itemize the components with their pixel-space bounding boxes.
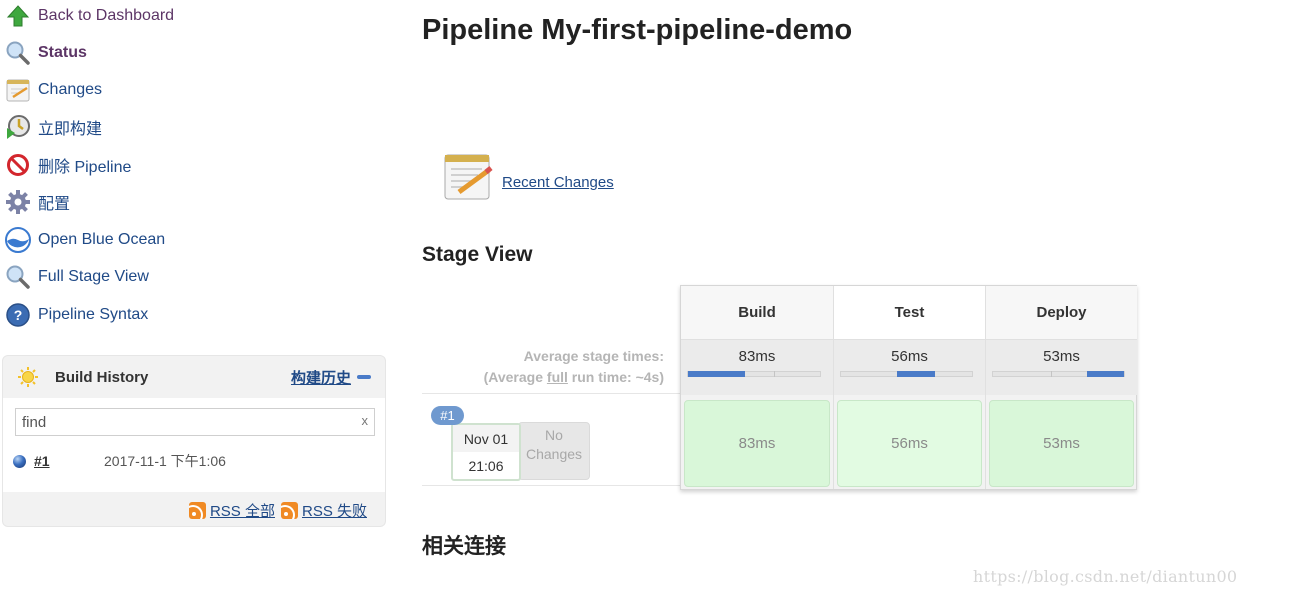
stage-avg-time: 53ms xyxy=(1043,348,1080,365)
build-number-link[interactable]: #1 xyxy=(34,453,104,469)
nav-full-stage-view[interactable]: Full Stage View xyxy=(4,262,149,292)
nav-label: Back to Dashboard xyxy=(38,7,175,24)
nav-label: Status xyxy=(38,44,87,61)
bar-tick xyxy=(1050,371,1052,377)
nav-delete-pipeline[interactable]: 删除 Pipeline xyxy=(4,150,131,180)
build-history-panel: Build History 构建历史 x #1 2017-11-1 下午1:06… xyxy=(2,355,386,527)
build-date: 2017-11-1 下午1:06 xyxy=(104,453,226,469)
full-run-link[interactable]: full xyxy=(547,369,568,385)
build-trend-link[interactable]: 构建历史 xyxy=(291,367,351,388)
stage-column-test: Test 56ms 56ms xyxy=(833,286,985,489)
stage-cell-success[interactable]: 83ms xyxy=(684,400,830,487)
nav-open-blue-ocean[interactable]: Open Blue Ocean xyxy=(4,225,165,255)
nav-changes[interactable]: Changes xyxy=(4,75,102,105)
build-clock-icon xyxy=(4,113,32,141)
rss-failed-link[interactable]: RSS 失败 xyxy=(280,500,367,521)
stage-view-heading: Stage View xyxy=(422,243,533,266)
run-datetime[interactable]: Nov 01 21:06 xyxy=(451,423,521,481)
stage-average: 56ms xyxy=(834,340,985,395)
avg-full-prefix: (Average xyxy=(483,369,547,385)
stage-progress-bar xyxy=(992,371,1125,377)
rss-failed-label: RSS 失败 xyxy=(301,503,367,520)
nav-label: Changes xyxy=(38,81,103,98)
nav-pipeline-syntax[interactable]: ? Pipeline Syntax xyxy=(4,300,148,330)
run-changes[interactable]: No Changes xyxy=(518,422,590,480)
stage-cell-success[interactable]: 56ms xyxy=(837,400,982,487)
notepad-icon[interactable] xyxy=(442,150,494,207)
page-title: Pipeline My-first-pipeline-demo xyxy=(422,14,853,46)
bar-tick xyxy=(773,371,775,377)
nav-label: Pipeline Syntax xyxy=(38,306,149,323)
recent-changes: Recent Changes xyxy=(442,150,614,207)
notepad-icon xyxy=(4,76,32,104)
stage-progress-fill xyxy=(1087,371,1124,377)
nav-label: 立即构建 xyxy=(38,121,103,138)
svg-text:?: ? xyxy=(14,307,23,323)
no-entry-icon xyxy=(4,151,32,179)
watermark: https://blog.csdn.net/diantun00 xyxy=(973,567,1238,586)
run-number-badge[interactable]: #1 xyxy=(431,406,464,425)
help-icon: ? xyxy=(4,301,32,329)
rss-all-link[interactable]: RSS 全部 xyxy=(188,500,275,521)
stage-average: 83ms xyxy=(681,340,833,395)
nav-build-now[interactable]: 立即构建 xyxy=(4,112,102,142)
magnifier-icon xyxy=(4,263,32,291)
stage-average: 53ms xyxy=(986,340,1137,395)
rss-icon xyxy=(188,502,206,519)
blue-ocean-icon xyxy=(4,226,32,254)
recent-changes-link[interactable]: Recent Changes xyxy=(502,174,614,191)
build-search-box: x xyxy=(15,408,375,436)
collapse-icon[interactable] xyxy=(357,375,371,379)
nav-label: 配置 xyxy=(38,196,71,213)
avg-full-run-label: (Average full run time: ~4s) xyxy=(422,367,664,388)
build-history-footer: RSS 全部 RSS 失败 xyxy=(3,492,385,521)
build-status-ball-icon xyxy=(13,454,26,468)
related-links-heading: 相关连接 xyxy=(422,535,506,558)
stage-header: Test xyxy=(834,286,985,340)
rss-all-label: RSS 全部 xyxy=(209,503,275,520)
stage-avg-time: 83ms xyxy=(738,348,776,365)
avg-full-suffix: run time: ~4s) xyxy=(567,369,664,385)
nav-label: Full Stage View xyxy=(38,268,149,285)
stage-column-deploy: Deploy 53ms 53ms xyxy=(985,286,1137,489)
stage-column-build: Build 83ms 83ms xyxy=(681,286,833,489)
build-search-input[interactable] xyxy=(16,409,346,435)
nav-back-to-dashboard[interactable]: Back to Dashboard xyxy=(4,1,174,31)
avg-stage-label: Average stage times: xyxy=(523,348,664,364)
stage-progress-bar xyxy=(687,371,821,377)
magnifier-icon xyxy=(4,39,32,67)
nav-status[interactable]: Status xyxy=(4,38,87,68)
stage-cell-success[interactable]: 53ms xyxy=(989,400,1134,487)
build-history-header: Build History 构建历史 xyxy=(3,356,385,398)
row-divider xyxy=(422,485,682,486)
stage-progress-bar xyxy=(840,371,973,377)
nav-configure[interactable]: 配置 xyxy=(4,187,70,217)
up-arrow-icon xyxy=(4,2,32,30)
row-divider xyxy=(422,393,682,394)
rss-icon xyxy=(280,502,298,519)
stage-view-table: Build 83ms 83ms Test 56ms 56ms Deploy 53… xyxy=(680,285,1137,490)
stage-progress-fill xyxy=(897,371,936,377)
nav-label: Open Blue Ocean xyxy=(38,231,166,248)
stage-header: Build xyxy=(681,286,833,340)
stage-header: Deploy xyxy=(986,286,1137,340)
build-history-body: x #1 2017-11-1 下午1:06 xyxy=(3,398,385,492)
build-row: #1 2017-11-1 下午1:06 xyxy=(13,450,373,472)
sun-weather-icon xyxy=(17,366,39,388)
nav-label: 删除 Pipeline xyxy=(38,159,132,176)
gear-icon xyxy=(4,188,32,216)
run-date: Nov 01 xyxy=(453,425,519,452)
clear-search-button[interactable]: x xyxy=(362,413,369,428)
run-time: 21:06 xyxy=(468,457,504,474)
build-history-title: Build History xyxy=(55,368,149,386)
stage-progress-fill xyxy=(688,371,745,377)
stage-avg-time: 56ms xyxy=(891,348,928,365)
average-stage-times-label: Average stage times: (Average full run t… xyxy=(422,346,664,388)
